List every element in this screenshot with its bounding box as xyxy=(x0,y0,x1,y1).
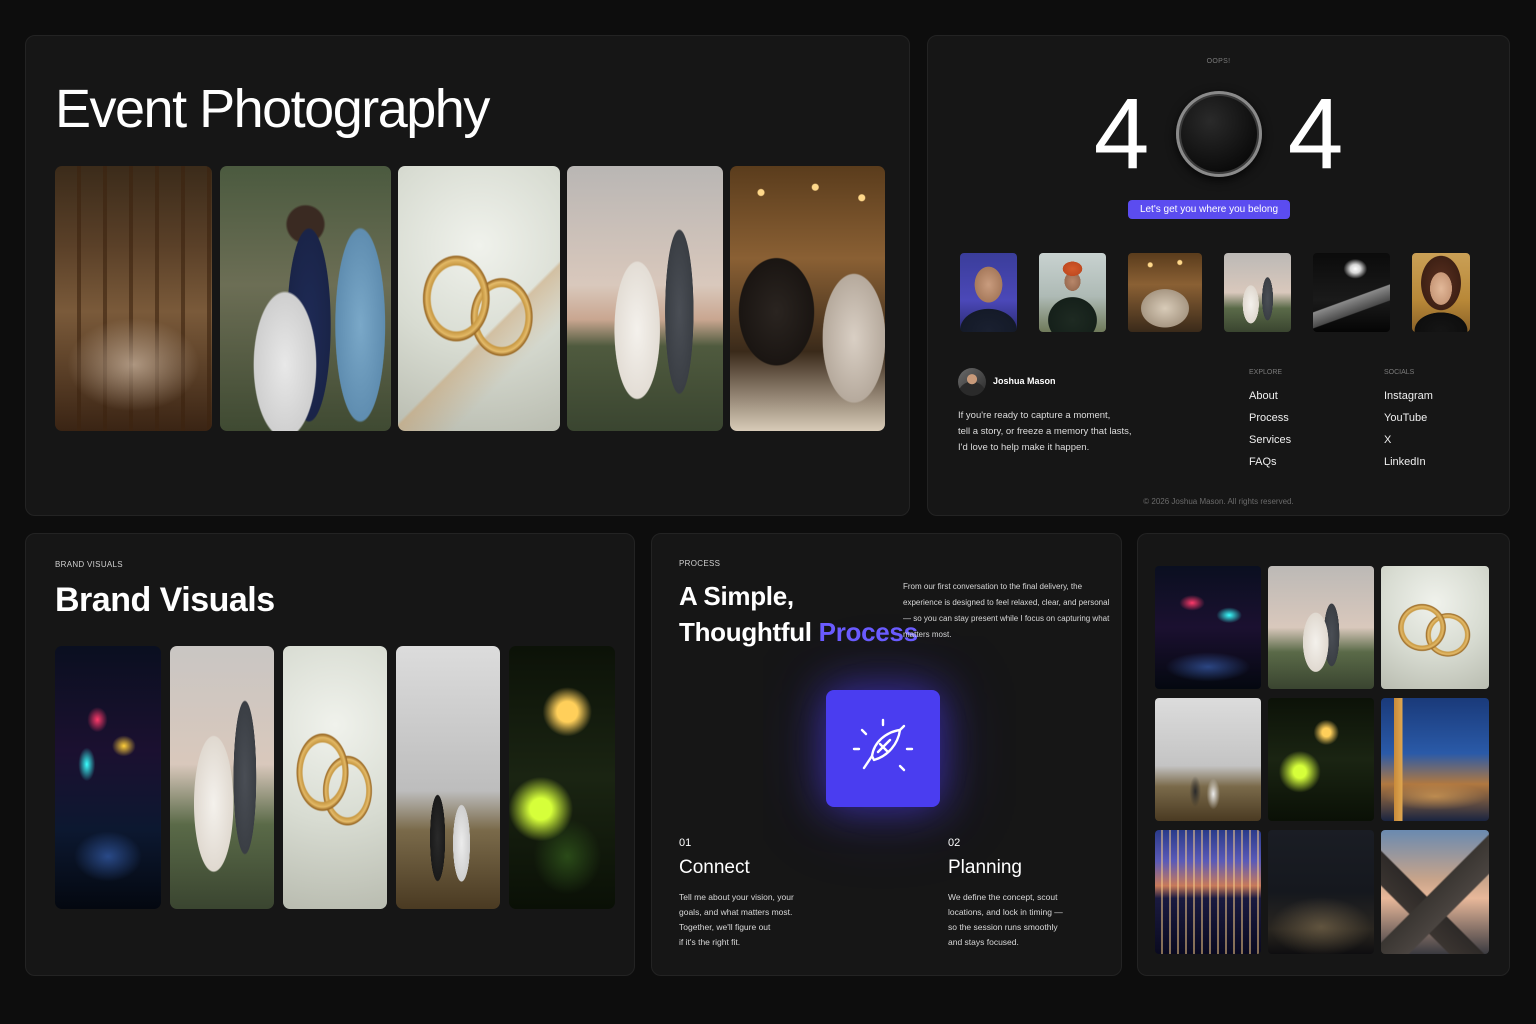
footer-link-services[interactable]: Services xyxy=(1249,434,1291,446)
process-icon-tile xyxy=(826,690,940,807)
social-link-youtube[interactable]: YouTube xyxy=(1384,412,1427,424)
night-garden-photo[interactable] xyxy=(1268,698,1374,821)
social-link-linkedin[interactable]: LinkedIn xyxy=(1384,456,1426,468)
footer-link-about[interactable]: About xyxy=(1249,390,1278,402)
step-text-line: Tell me about your vision, your xyxy=(679,892,794,902)
author-avatar[interactable] xyxy=(958,368,986,396)
big-ben-photo[interactable] xyxy=(1381,698,1489,821)
step-title-connect: Connect xyxy=(679,857,750,878)
process-title-line1: A Simple, xyxy=(679,581,794,611)
reception-dinner-photo[interactable] xyxy=(730,166,885,431)
step-title-planning: Planning xyxy=(948,857,1022,878)
brand-eyebrow: BRAND VISUALS xyxy=(55,560,123,569)
step-text-planning: We define the concept, scout locations, … xyxy=(948,890,1088,950)
neon-street-photo[interactable] xyxy=(55,646,161,909)
footer-link-process[interactable]: Process xyxy=(1249,412,1289,424)
step-text-line: if it's the right fit. xyxy=(679,937,741,947)
reception-photo[interactable] xyxy=(1128,253,1202,332)
brand-title: Brand Visuals xyxy=(55,581,275,619)
couple-field-photo[interactable] xyxy=(1268,566,1374,689)
portrait-man-beanie-photo[interactable] xyxy=(1039,253,1106,332)
error-code: 4 4 xyxy=(928,84,1509,184)
night-garden-photo[interactable] xyxy=(509,646,615,909)
portrait-woman-curly-photo[interactable] xyxy=(1412,253,1470,332)
step-text-line: locations, and lock in timing — xyxy=(948,907,1063,917)
city-night-photo[interactable] xyxy=(1268,830,1374,954)
wedding-rings-photo[interactable] xyxy=(283,646,387,909)
social-link-x[interactable]: X xyxy=(1384,434,1391,446)
author-bio-line: I'd love to help make it happen. xyxy=(958,442,1090,453)
step-number: 01 xyxy=(679,837,692,849)
neon-city-photo[interactable] xyxy=(1155,566,1261,689)
couple-walking-photo[interactable] xyxy=(1155,698,1261,821)
process-title-line2: Thoughtful xyxy=(679,617,812,647)
brand-visuals-card: BRAND VISUALS Brand Visuals xyxy=(25,533,635,976)
footer-link-faqs[interactable]: FAQs xyxy=(1249,456,1277,468)
quill-sparkle-icon xyxy=(852,718,914,771)
process-description: From our first conversation to the final… xyxy=(903,582,1110,639)
error-digit-right: 4 xyxy=(1287,78,1344,190)
process-card: PROCESS A Simple, Thoughtful Process Fro… xyxy=(651,533,1122,976)
author-bio-line: If you're ready to capture a moment, xyxy=(958,410,1111,421)
author-bio: If you're ready to capture a moment, tel… xyxy=(958,408,1153,456)
step-text-line: so the session runs smoothly xyxy=(948,922,1058,932)
city-skyline-photo[interactable] xyxy=(1155,830,1261,954)
home-cta-button[interactable]: Let's get you where you belong xyxy=(1128,200,1290,219)
oops-label: OOPS! xyxy=(1206,58,1231,65)
step-text-line: Together, we'll figure out xyxy=(679,922,771,932)
orb-zero-icon xyxy=(1175,91,1262,177)
event-title: Event Photography xyxy=(55,79,490,139)
night-road-photo[interactable] xyxy=(1313,253,1390,332)
process-eyebrow: PROCESS xyxy=(679,559,721,568)
step-text-line: goals, and what matters most. xyxy=(679,907,793,917)
wedding-kiss-photo[interactable] xyxy=(220,166,391,431)
process-title: A Simple, Thoughtful Process xyxy=(679,578,918,650)
photo-grid-card xyxy=(1137,533,1510,976)
error-digit-left: 4 xyxy=(1093,78,1150,190)
wedding-rings-photo[interactable] xyxy=(398,166,560,431)
socials-heading: SOCIALS xyxy=(1384,369,1415,376)
banquet-table-photo[interactable] xyxy=(55,166,212,431)
explore-heading: EXPLORE xyxy=(1249,369,1283,376)
couple-walking-photo[interactable] xyxy=(396,646,500,909)
couple-photo[interactable] xyxy=(1224,253,1291,332)
step-text-line: We define the concept, scout xyxy=(948,892,1058,902)
step-text-line: and stays focused. xyxy=(948,937,1019,947)
couple-field-photo[interactable] xyxy=(567,166,723,431)
author-name: Joshua Mason xyxy=(993,376,1056,386)
not-found-card: OOPS! 4 4 Let's get you where you belong… xyxy=(927,35,1510,516)
mountain-peak-photo[interactable] xyxy=(1381,830,1489,954)
social-link-instagram[interactable]: Instagram xyxy=(1384,390,1433,402)
couple-field-photo[interactable] xyxy=(170,646,274,909)
wedding-rings-photo[interactable] xyxy=(1381,566,1489,689)
step-number: 02 xyxy=(948,837,961,849)
copyright-text: © 2026 Joshua Mason. All rights reserved… xyxy=(1143,497,1294,506)
step-text-connect: Tell me about your vision, your goals, a… xyxy=(679,890,819,950)
author-bio-line: tell a story, or freeze a memory that la… xyxy=(958,426,1132,437)
event-photography-card: Event Photography xyxy=(25,35,910,516)
portrait-woman-blue-photo[interactable] xyxy=(960,253,1017,332)
